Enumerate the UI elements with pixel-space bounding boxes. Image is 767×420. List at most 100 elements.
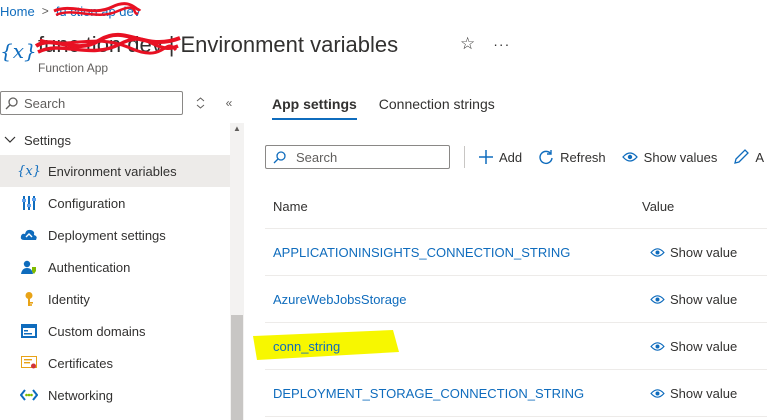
chevron-down-icon <box>4 136 16 143</box>
settings-search-input[interactable]: Search <box>265 145 450 169</box>
eye-icon <box>650 247 665 258</box>
table-row: APPLICATIONINSIGHTS_CONNECTION_STRING Sh… <box>265 229 767 276</box>
tab-connection-strings[interactable]: Connection strings <box>379 94 495 120</box>
breadcrumb-home-link[interactable]: Home <box>0 4 35 19</box>
sidebar-item-label: Environment variables <box>48 163 177 179</box>
sidebar-item-label: Deployment settings <box>48 227 166 243</box>
key-icon <box>20 290 38 308</box>
more-options-icon[interactable]: ··· <box>493 36 510 52</box>
sidebar-item-configuration[interactable]: Configuration <box>0 187 230 219</box>
sidebar-search-placeholder: Search <box>24 95 66 111</box>
eye-icon <box>621 151 638 163</box>
pencil-icon <box>733 149 750 165</box>
breadcrumb: Home > fu ction ap dev <box>0 1 141 20</box>
collapse-sidebar-icon[interactable]: « <box>220 93 238 113</box>
edit-button[interactable]: A <box>733 149 764 165</box>
sidebar-item-label: Custom domains <box>48 323 146 339</box>
sidebar-search-input[interactable]: Search <box>0 91 183 115</box>
search-icon <box>5 96 18 109</box>
command-bar: Search Add Refresh Show values A <box>265 142 767 172</box>
sidebar-item-deployment-settings[interactable]: Deployment settings <box>0 219 230 251</box>
sidebar-items: {x} Environment variables Configuration … <box>0 155 230 411</box>
function-app-variable-icon: {x} <box>0 39 37 63</box>
show-value-button[interactable]: Show value <box>642 245 767 260</box>
show-value-label: Show value <box>670 385 738 401</box>
sidebar-scrollbar[interactable]: ▲ <box>230 123 244 420</box>
settings-search-placeholder: Search <box>296 149 338 165</box>
tab-list: App settings Connection strings <box>272 94 495 120</box>
sidebar-group-settings[interactable]: Settings <box>0 129 71 151</box>
refresh-button[interactable]: Refresh <box>538 149 606 165</box>
resource-type: Function App <box>38 61 109 75</box>
page-title-text: Environment variables <box>180 32 399 57</box>
breadcrumb-separator-icon: > <box>41 4 49 18</box>
favorite-star-icon[interactable]: ☆ <box>460 34 475 54</box>
show-value-label: Show value <box>670 291 738 307</box>
eye-icon <box>650 294 665 305</box>
setting-name-link[interactable]: conn_string <box>253 329 642 360</box>
title-actions: ☆ ··· <box>460 34 510 54</box>
sidebar-item-certificates[interactable]: Certificates <box>0 347 230 379</box>
sliders-icon <box>20 194 38 212</box>
page-title: func tion dev | Environment variables <box>34 30 399 60</box>
setting-name-link[interactable]: AzureWebJobsStorage <box>265 292 642 307</box>
user-shield-icon <box>20 258 38 276</box>
sidebar: Search « Settings {x} Environment variab… <box>0 85 244 420</box>
plus-icon <box>479 150 493 164</box>
show-value-label: Show value <box>670 244 738 260</box>
column-header-value[interactable]: Value <box>642 199 767 214</box>
column-header-name[interactable]: Name <box>265 199 642 214</box>
toolbar-divider <box>464 146 465 168</box>
sidebar-item-label: Networking <box>48 387 114 403</box>
refresh-icon <box>538 149 554 165</box>
show-value-button[interactable]: Show value <box>642 386 767 401</box>
sidebar-item-label: Identity <box>48 291 90 307</box>
edit-button-label: A <box>755 149 765 165</box>
setting-name-link[interactable]: APPLICATIONINSIGHTS_CONNECTION_STRING <box>265 245 642 260</box>
table-row: DEPLOYMENT_STORAGE_CONNECTION_STRING Sho… <box>265 370 767 417</box>
certificate-icon <box>20 354 38 372</box>
app-name: func tion dev <box>34 32 181 58</box>
cloud-sync-icon <box>20 226 38 244</box>
refresh-button-label: Refresh <box>560 149 606 165</box>
tab-app-settings[interactable]: App settings <box>272 94 357 120</box>
sidebar-item-label: Certificates <box>48 355 114 371</box>
eye-icon <box>650 341 665 352</box>
setting-name-link[interactable]: DEPLOYMENT_STORAGE_CONNECTION_STRING <box>265 386 642 401</box>
app-name-text: func tion dev <box>38 32 163 57</box>
sidebar-item-label: Configuration <box>48 195 126 211</box>
sidebar-group-label: Settings <box>24 132 71 148</box>
domain-icon <box>20 322 38 340</box>
title-separator: | <box>168 32 175 57</box>
setting-name-text: conn_string <box>273 338 341 354</box>
setting-name-text: DEPLOYMENT_STORAGE_CONNECTION_STRING <box>273 385 585 401</box>
scroll-thumb[interactable] <box>231 315 243 420</box>
table-row: conn_string Show value <box>253 323 767 370</box>
sidebar-item-environment-variables[interactable]: {x} Environment variables <box>0 155 230 187</box>
search-icon <box>273 150 286 163</box>
sidebar-item-identity[interactable]: Identity <box>0 283 230 315</box>
network-icon <box>20 386 38 404</box>
table-header: Name Value <box>265 185 767 229</box>
show-value-label: Show value <box>670 338 738 354</box>
sidebar-item-custom-domains[interactable]: Custom domains <box>0 315 230 347</box>
table-row: AzureWebJobsStorage Show value <box>265 276 767 323</box>
sidebar-item-authentication[interactable]: Authentication <box>0 251 230 283</box>
expand-collapse-toggle-icon[interactable] <box>191 93 209 113</box>
sidebar-item-label: Authentication <box>48 259 131 275</box>
show-value-button[interactable]: Show value <box>642 339 767 354</box>
breadcrumb-app-link[interactable]: fu ction ap dev <box>53 1 141 19</box>
setting-name-text: AzureWebJobsStorage <box>273 291 407 307</box>
eye-icon <box>650 388 665 399</box>
show-value-button[interactable]: Show value <box>642 292 767 307</box>
show-values-button[interactable]: Show values <box>621 149 718 165</box>
show-values-button-label: Show values <box>643 149 718 165</box>
scroll-up-arrow-icon[interactable]: ▲ <box>233 125 241 133</box>
add-button-label: Add <box>499 149 523 165</box>
add-button[interactable]: Add <box>479 150 522 165</box>
app-settings-table: Name Value APPLICATIONINSIGHTS_CONNECTIO… <box>253 185 767 417</box>
setting-name-text: APPLICATIONINSIGHTS_CONNECTION_STRING <box>273 244 571 260</box>
sidebar-item-networking[interactable]: Networking <box>0 379 230 411</box>
variable-icon: {x} <box>17 163 41 179</box>
breadcrumb-app-label: fu ction ap dev <box>55 3 141 19</box>
